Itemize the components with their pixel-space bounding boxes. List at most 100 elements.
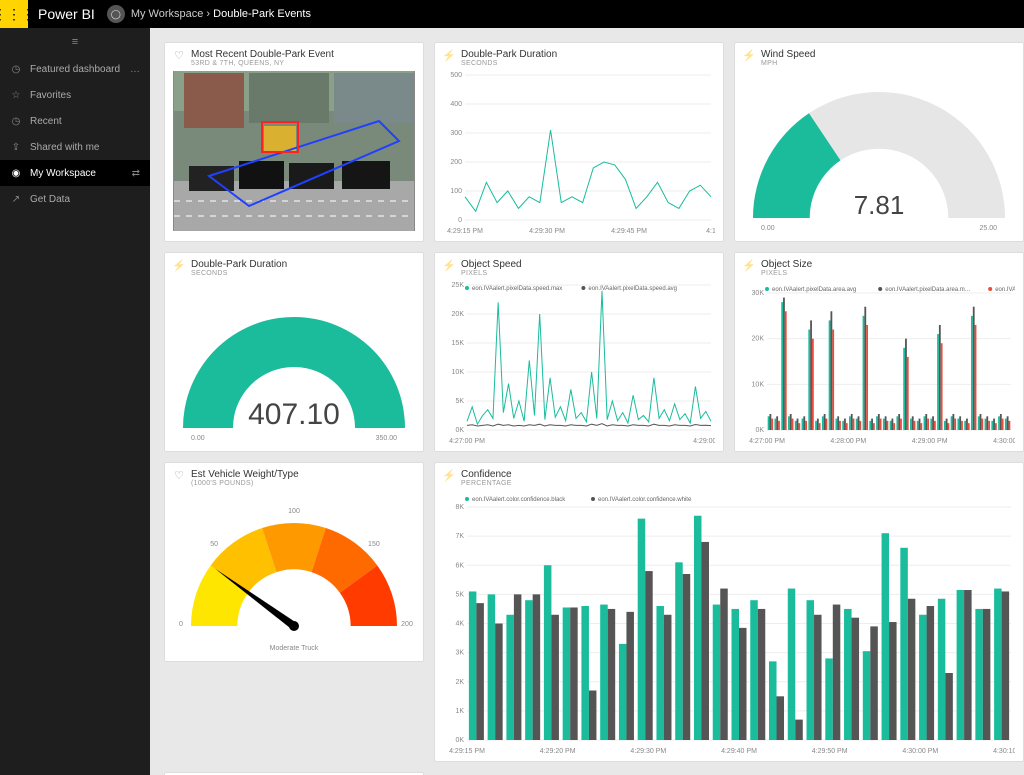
tile-duration-gauge[interactable]: ⚡ Double-Park Duration SECONDS 0.00350.0… [164, 252, 424, 452]
sidebar-item-label: Shared with me [30, 142, 99, 153]
sidebar-item-workspace[interactable]: ◉ My Workspace ⇄ [0, 160, 150, 186]
chart-duration-line: 01002003004005004:29:15 PM4:29:30 PM4:29… [443, 71, 715, 236]
svg-text:4:29:40 PM: 4:29:40 PM [721, 748, 757, 755]
svg-text:350.00: 350.00 [376, 435, 398, 442]
svg-text:100: 100 [450, 188, 462, 195]
chart-object-size: 0K10K20K30K4:27:00 PM4:28:00 PM4:29:00 P… [743, 281, 1015, 446]
chart-object-speed: 0K5K10K15K20K25K4:27:00 PM4:29:00 PMeon.… [443, 281, 715, 446]
svg-text:4:29:50 PM: 4:29:50 PM [812, 748, 848, 755]
tile-subtitle: SECONDS [191, 270, 287, 277]
tile-wind[interactable]: ⚡ Wind Speed MPH 0.0025.007.81 [734, 42, 1024, 242]
top-bar: ⋮⋮⋮ Power BI ◯ My Workspace › Double-Par… [0, 0, 1024, 28]
shield-icon: ♡ [173, 49, 185, 61]
chart-confidence: 0K1K2K3K4K5K6K7K8K4:29:15 PM4:29:20 PM4:… [443, 491, 1015, 756]
tile-subtitle: PIXELS [761, 270, 812, 277]
tile-duration-line[interactable]: ⚡ Double-Park Duration SECONDS 0 100 200 30… [434, 42, 724, 242]
app-launcher-icon[interactable]: ⋮⋮⋮ [0, 0, 28, 28]
svg-text:4:29:30 PM: 4:29:30 PM [630, 748, 666, 755]
svg-text:0K: 0K [455, 737, 464, 744]
tile-confidence[interactable]: ⚡ Confidence PERCENTAGE 0K1K2K3K4K5K6K7K… [434, 462, 1024, 762]
svg-text:150: 150 [368, 541, 380, 548]
tile-subtitle: (1000'S POUNDS) [191, 480, 299, 487]
svg-text:3K: 3K [455, 650, 464, 657]
svg-text:4:30:00 PM: 4:30:00 PM [902, 748, 938, 755]
sidebar-item-label: My Workspace [30, 168, 96, 179]
svg-text:0: 0 [458, 217, 462, 224]
more-icon[interactable]: … [130, 64, 140, 75]
hamburger-icon[interactable]: ≡ [0, 28, 150, 56]
bolt-icon: ⚡ [443, 49, 455, 61]
clock-icon: ◷ [10, 116, 22, 127]
star-icon: ☆ [10, 90, 22, 101]
camera-image [173, 71, 415, 231]
svg-text:2K: 2K [455, 679, 464, 686]
tile-camera[interactable]: ♡ Most Recent Double-Park Event 53RD & 7… [164, 42, 424, 242]
dashboard-canvas: ♡ Most Recent Double-Park Event 53RD & 7… [150, 28, 1024, 775]
svg-text:7K: 7K [455, 533, 464, 540]
svg-text:4K: 4K [455, 621, 464, 628]
sidebar-item-label: Favorites [30, 90, 71, 101]
svg-text:6K: 6K [455, 562, 464, 569]
svg-text:4:29:15 PM: 4:29:15 PM [447, 228, 483, 235]
sidebar-item-recent[interactable]: ◷ Recent [0, 108, 150, 134]
svg-text:Moderate Truck: Moderate Truck [270, 645, 319, 652]
bolt-icon: ⚡ [443, 259, 455, 271]
svg-text:200: 200 [401, 621, 413, 628]
chart-wind-gauge: 0.00 25.00 7.81 [743, 71, 1015, 236]
chart-weight-gauge: 050100150200Moderate Truck [173, 491, 415, 656]
tile-title: Double-Park Duration [191, 259, 287, 270]
avatar[interactable]: ◯ [107, 5, 125, 23]
sidebar-item-label: Get Data [30, 194, 70, 205]
svg-text:200: 200 [450, 159, 462, 166]
svg-text:8K: 8K [455, 504, 464, 511]
sidebar-item-label: Recent [30, 116, 62, 127]
svg-text:15K: 15K [452, 340, 465, 347]
tile-object-speed[interactable]: ⚡ Object Speed PIXELS 0K5K10K15K20K25K4:… [434, 252, 724, 452]
svg-text:300: 300 [450, 130, 462, 137]
bolt-icon: ⚡ [443, 469, 455, 481]
clock-icon: ◷ [10, 64, 22, 75]
svg-text:eon.IVAalert.pixelData.area.mi: eon.IVAalert.pixelData.area.min [995, 287, 1015, 293]
svg-text:4:30:10 PM: 4:30:10 PM [993, 748, 1015, 755]
breadcrumb-page[interactable]: Double-Park Events [213, 8, 311, 20]
svg-text:0K: 0K [455, 427, 464, 434]
shield-icon: ♡ [173, 469, 185, 481]
tile-subtitle: SECONDS [461, 60, 557, 67]
tile-weight[interactable]: ♡ Est Vehicle Weight/Type (1000'S POUNDS… [164, 462, 424, 662]
svg-text:eon.IVAalert.pixelData.area.av: eon.IVAalert.pixelData.area.avg [772, 287, 856, 293]
sidebar-item-favorites[interactable]: ☆ Favorites [0, 82, 150, 108]
svg-text:eon.IVAalert.color.confidence.: eon.IVAalert.color.confidence.black [472, 497, 566, 503]
svg-text:10K: 10K [452, 369, 465, 376]
svg-text:eon.IVAalert.pixelData.speed.m: eon.IVAalert.pixelData.speed.max [472, 286, 562, 292]
sidebar-item-getdata[interactable]: ↗ Get Data [0, 186, 150, 212]
svg-text:7.81: 7.81 [854, 190, 905, 220]
sidebar-item-featured[interactable]: ◷ Featured dashboard … [0, 56, 150, 82]
chart-duration-gauge: 0.00350.00407.10 [173, 281, 415, 446]
breadcrumb[interactable]: My Workspace › Double-Park Events [131, 8, 311, 20]
svg-text:25.00: 25.00 [979, 225, 997, 232]
tile-subtitle: PIXELS [461, 270, 522, 277]
svg-text:20K: 20K [452, 311, 465, 318]
svg-text:5K: 5K [455, 398, 464, 405]
svg-text:10K: 10K [752, 381, 765, 388]
tile-subtitle: 53RD & 7TH, QUEENS, NY [191, 60, 334, 67]
svg-text:4:28:00 PM: 4:28:00 PM [830, 438, 866, 445]
brand-name: Power BI [38, 6, 95, 22]
arrow-icon: ↗ [10, 194, 22, 205]
sidebar-item-shared[interactable]: ⇪ Shared with me [0, 134, 150, 160]
svg-text:500: 500 [450, 72, 462, 79]
svg-text:4:29:15 PM: 4:29:15 PM [449, 748, 485, 755]
tile-object-size[interactable]: ⚡ Object Size PIXELS 0K10K20K30K4:27:00 … [734, 252, 1024, 452]
detection-box [261, 121, 299, 153]
tile-title: Double-Park Duration [461, 49, 557, 60]
svg-text:4:29:45 PM: 4:29:45 PM [611, 228, 647, 235]
svg-text:0.00: 0.00 [761, 225, 775, 232]
swap-icon[interactable]: ⇄ [132, 168, 140, 179]
breadcrumb-workspace[interactable]: My Workspace [131, 8, 204, 20]
svg-text:1K: 1K [455, 708, 464, 715]
svg-text:4:27:00 PM: 4:27:00 PM [749, 438, 785, 445]
svg-text:eon.IVAalert.pixelData.area.m…: eon.IVAalert.pixelData.area.m… [885, 287, 971, 293]
person-icon: ◉ [10, 168, 22, 179]
svg-text:4:29:30 PM: 4:29:30 PM [529, 228, 565, 235]
tile-title: Est Vehicle Weight/Type [191, 469, 299, 480]
